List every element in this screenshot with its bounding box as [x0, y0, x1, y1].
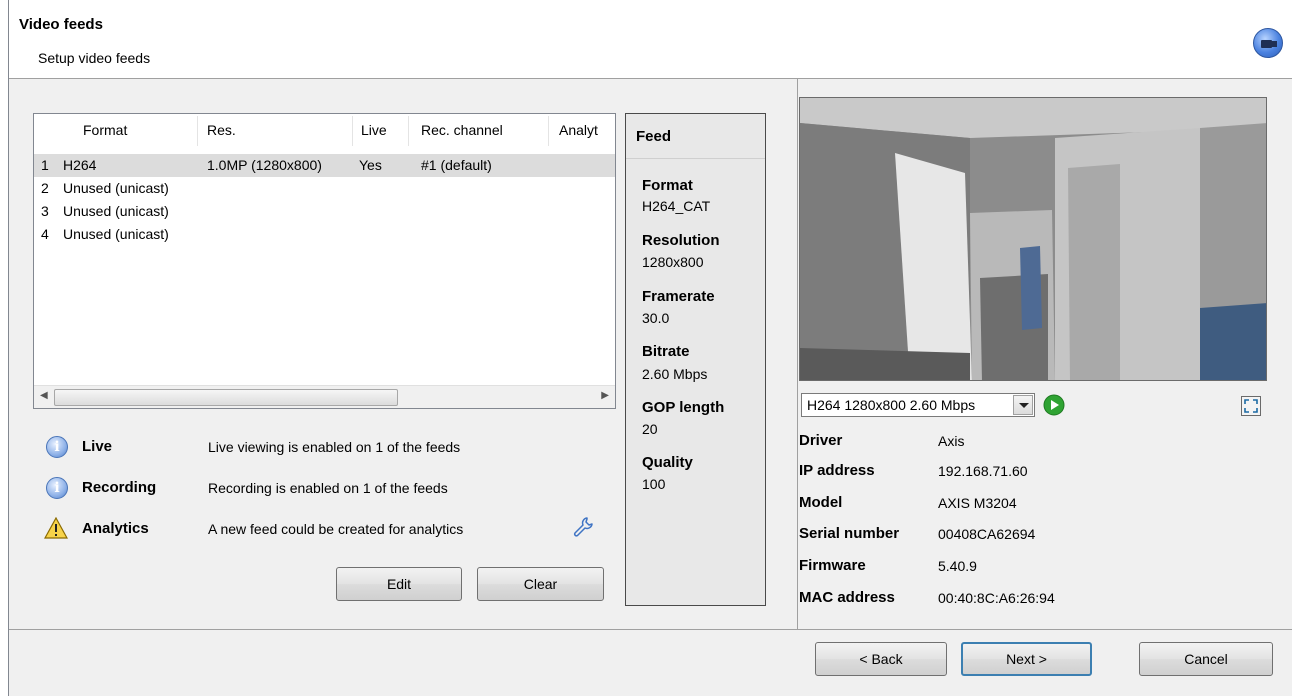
back-button[interactable]: < Back: [815, 642, 947, 676]
stream-select[interactable]: H264 1280x800 2.60 Mbps: [801, 393, 1035, 417]
quality-value: 100: [642, 476, 666, 492]
fullscreen-icon[interactable]: [1241, 396, 1261, 416]
serial-number-label: Serial number: [799, 525, 900, 542]
column-live[interactable]: Live: [361, 122, 387, 138]
bitrate-label: Bitrate: [642, 343, 690, 360]
row-live: Yes: [359, 157, 382, 173]
edit-button[interactable]: Edit: [336, 567, 462, 601]
info-icon: i: [46, 477, 68, 499]
camera-icon: [1253, 28, 1283, 58]
recording-label: Recording: [82, 479, 157, 496]
row-rec: #1 (default): [421, 157, 492, 173]
column-separator[interactable]: [352, 116, 353, 146]
list-header: Format Res. Live Rec. channel Analyt: [34, 114, 615, 148]
ip-address-label: IP address: [799, 462, 875, 479]
format-label: Format: [642, 177, 693, 194]
firmware-label: Firmware: [799, 557, 866, 574]
warning-icon: [44, 517, 68, 539]
feed-panel-title: Feed: [626, 114, 765, 159]
driver-value: Axis: [938, 433, 965, 449]
analytics-status-text: A new feed could be created for analytic…: [208, 521, 464, 537]
table-row[interactable]: 3 Unused (unicast): [34, 200, 615, 223]
recording-status-text: Recording is enabled on 1 of the feeds: [208, 480, 448, 496]
format-value: H264_CAT: [642, 198, 711, 214]
table-row[interactable]: 1 H264 1.0MP (1280x800) Yes #1 (default): [34, 154, 615, 177]
ip-address-value: 192.168.71.60: [938, 463, 1028, 479]
model-label: Model: [799, 494, 843, 511]
resolution-label: Resolution: [642, 232, 720, 249]
row-number: 2: [41, 180, 49, 196]
column-rec-channel[interactable]: Rec. channel: [421, 122, 503, 138]
horizontal-divider: [9, 629, 1292, 630]
table-row[interactable]: 4 Unused (unicast): [34, 223, 615, 246]
cancel-button[interactable]: Cancel: [1139, 642, 1273, 676]
row-format: Unused (unicast): [63, 180, 169, 196]
firmware-value: 5.40.9: [938, 558, 977, 574]
vertical-divider: [797, 79, 798, 629]
row-number: 4: [41, 226, 49, 242]
table-row[interactable]: 2 Unused (unicast): [34, 177, 615, 200]
wrench-icon[interactable]: [572, 516, 594, 538]
column-analytics[interactable]: Analyt: [559, 122, 598, 138]
gop-label: GOP length: [642, 399, 725, 416]
bitrate-value: 2.60 Mbps: [642, 366, 708, 382]
play-icon[interactable]: [1043, 394, 1065, 416]
feed-details-panel: Feed Format H264_CAT Resolution 1280x800…: [625, 113, 766, 606]
quality-label: Quality: [642, 454, 693, 471]
clear-button[interactable]: Clear: [477, 567, 604, 601]
row-number: 1: [41, 157, 49, 173]
feed-list[interactable]: Format Res. Live Rec. channel Analyt 1 H…: [33, 113, 616, 409]
row-format: Unused (unicast): [63, 203, 169, 219]
stream-select-value: H264 1280x800 2.60 Mbps: [807, 397, 976, 413]
row-format: Unused (unicast): [63, 226, 169, 242]
row-number: 3: [41, 203, 49, 219]
header: Video feeds Setup video feeds: [9, 0, 1292, 79]
row-format: H264: [63, 157, 97, 173]
column-separator[interactable]: [197, 116, 198, 146]
resolution-value: 1280x800: [642, 254, 704, 270]
horizontal-scrollbar[interactable]: ◀ ▶: [34, 385, 615, 408]
column-res[interactable]: Res.: [207, 122, 236, 138]
next-button[interactable]: Next >: [961, 642, 1092, 676]
serial-number-value: 00408CA62694: [938, 526, 1036, 542]
framerate-value: 30.0: [642, 310, 670, 326]
column-separator[interactable]: [548, 116, 549, 146]
preview-image: [800, 98, 1266, 380]
live-label: Live: [82, 438, 113, 455]
model-value: AXIS M3204: [938, 495, 1017, 511]
info-icon: i: [46, 436, 68, 458]
page-title: Video feeds: [19, 16, 103, 33]
mac-address-value: 00:40:8C:A6:26:94: [938, 590, 1055, 606]
gop-value: 20: [642, 421, 658, 437]
chevron-down-icon[interactable]: [1013, 395, 1033, 415]
live-status-text: Live viewing is enabled on 1 of the feed…: [208, 439, 461, 455]
column-separator[interactable]: [408, 116, 409, 146]
page-subtitle: Setup video feeds: [38, 50, 151, 66]
row-res: 1.0MP (1280x800): [207, 157, 322, 173]
camera-preview: [799, 97, 1267, 381]
scroll-left-icon[interactable]: ◀: [40, 390, 48, 401]
framerate-label: Framerate: [642, 288, 715, 305]
driver-label: Driver: [799, 432, 843, 449]
mac-address-label: MAC address: [799, 589, 895, 606]
analytics-label: Analytics: [82, 520, 149, 537]
column-format[interactable]: Format: [83, 122, 127, 138]
scroll-right-icon[interactable]: ▶: [601, 390, 609, 401]
scrollbar-thumb[interactable]: [54, 389, 398, 406]
